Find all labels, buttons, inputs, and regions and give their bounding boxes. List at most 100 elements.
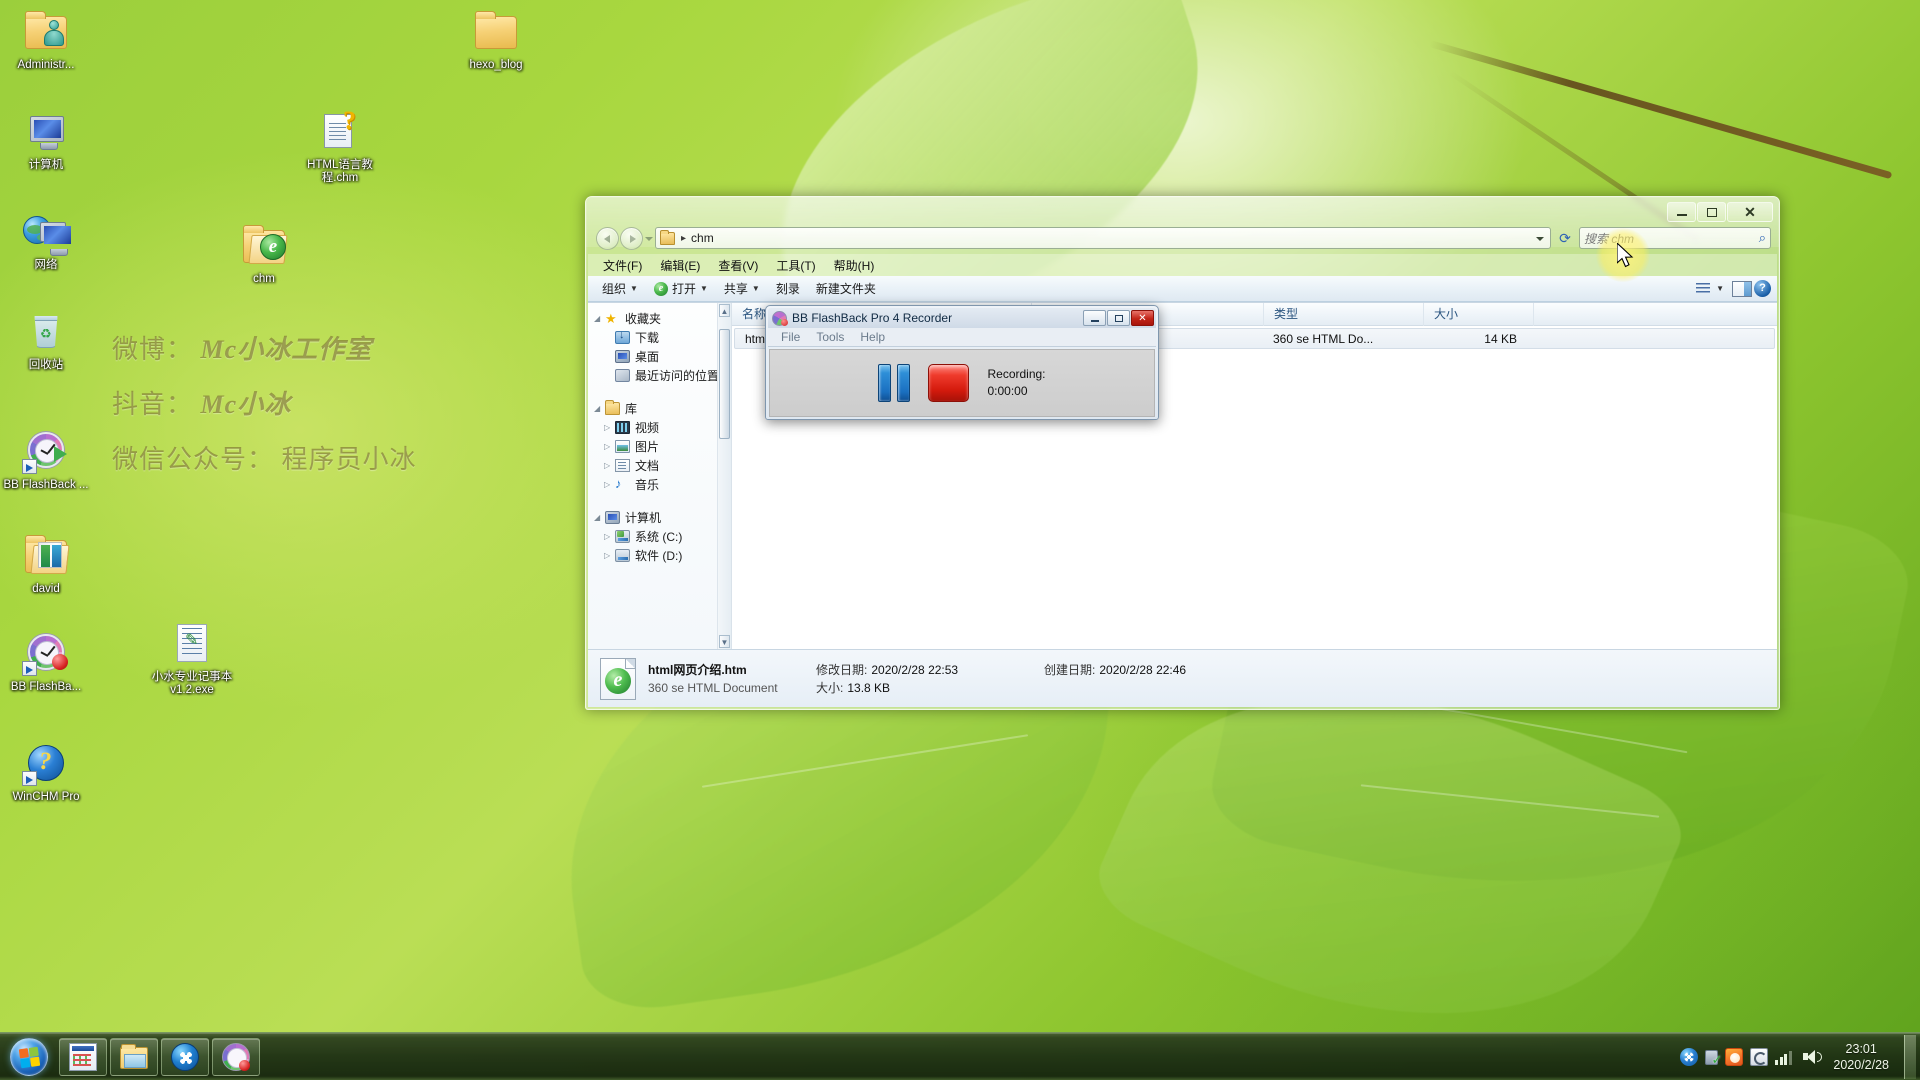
taskbar-item-media-player[interactable] — [161, 1037, 209, 1076]
address-bar[interactable]: ▸ chm — [655, 227, 1551, 249]
menu-item-tools[interactable]: 工具(T) — [767, 255, 824, 276]
nav-item-downloads[interactable]: 下载 — [588, 328, 731, 347]
close-button[interactable]: ✕ — [1727, 202, 1773, 222]
nav-header-libraries[interactable]: ◢ 库 — [588, 399, 731, 418]
nav-label: 库 — [625, 402, 638, 416]
expand-triangle-icon[interactable]: ◢ — [594, 404, 605, 413]
nav-item-videos[interactable]: ▷ 视频 — [588, 418, 731, 437]
explorer-window[interactable]: ✕ ▸ chm ⟳ 搜索 chm ⌕ 文件(F) 编辑(E) 查看(V) 工具(… — [585, 196, 1780, 710]
chevron-down-icon[interactable]: ▼ — [1716, 284, 1724, 293]
expand-triangle-icon[interactable]: ▷ — [604, 461, 615, 470]
search-input[interactable]: 搜索 chm ⌕ — [1579, 227, 1771, 249]
nav-item-documents[interactable]: ▷ 文档 — [588, 456, 731, 475]
start-button[interactable] — [2, 1035, 56, 1079]
show-desktop-button[interactable] — [1904, 1034, 1916, 1079]
navigation-scrollbar[interactable]: ▲ ▼ — [717, 303, 731, 649]
desktop-icon-notepad-exe[interactable]: ✎ 小水专业记事本 v1.2.exe — [144, 620, 240, 697]
recorder-minimize-button[interactable] — [1083, 310, 1106, 326]
desktop-icon-hexo-blog[interactable]: hexo_blog — [452, 8, 540, 72]
burn-button[interactable]: 刻录 — [768, 277, 808, 300]
breadcrumb-current-folder[interactable]: chm — [691, 231, 714, 245]
back-button[interactable] — [596, 226, 619, 250]
nav-item-music[interactable]: ▷ ♪ 音乐 — [588, 475, 731, 494]
desktop-icon-chm-folder[interactable]: e chm — [220, 222, 308, 286]
desktop-icon-html-tutorial-chm[interactable]: ? HTML语言教程.chm — [296, 106, 384, 185]
watermark-label: 微博： — [112, 335, 194, 364]
expand-triangle-icon[interactable]: ▷ — [604, 480, 615, 489]
recorder-menu-tools[interactable]: Tools — [809, 328, 851, 346]
desktop[interactable]: Administr... 计算机 网络 ♻ 回收站 BB FlashBack .… — [0, 0, 1920, 1080]
chevron-down-icon[interactable] — [1532, 228, 1548, 248]
computer-icon — [605, 511, 623, 524]
refresh-icon[interactable]: ⟳ — [1554, 227, 1576, 249]
nav-header-computer[interactable]: ◢ 计算机 — [588, 508, 731, 527]
taskbar-item-notepad[interactable] — [59, 1037, 107, 1076]
scroll-up-icon[interactable]: ▲ — [719, 304, 730, 317]
expand-triangle-icon[interactable]: ▷ — [604, 532, 615, 541]
desktop-icon-winchm-pro[interactable]: ? WinCHM Pro — [2, 740, 90, 804]
forward-button[interactable] — [620, 226, 643, 250]
share-button[interactable]: 共享 ▼ — [716, 277, 768, 300]
recorder-menu-file[interactable]: File — [774, 328, 807, 346]
nav-item-desktop[interactable]: 桌面 — [588, 347, 731, 366]
maximize-button[interactable] — [1697, 202, 1726, 222]
taskbar-item-bb-flashback[interactable] — [212, 1037, 260, 1076]
expand-triangle-icon[interactable]: ◢ — [594, 314, 605, 323]
desktop-icon-administrator[interactable]: Administr... — [2, 8, 90, 72]
recorder-title-bar[interactable]: BB FlashBack Pro 4 Recorder ✕ — [768, 308, 1156, 328]
preview-pane-icon[interactable] — [1732, 280, 1752, 297]
minimize-button[interactable] — [1667, 202, 1696, 222]
media-tray-icon[interactable] — [1680, 1047, 1699, 1066]
menu-item-view[interactable]: 查看(V) — [709, 255, 767, 276]
nav-header-favorites[interactable]: ◢ ★ 收藏夹 — [588, 309, 731, 328]
open-button[interactable]: e 打开 ▼ — [646, 277, 716, 300]
stop-button[interactable] — [928, 364, 970, 402]
organize-button[interactable]: 组织 ▼ — [594, 277, 646, 300]
scroll-down-icon[interactable]: ▼ — [719, 635, 730, 648]
menu-item-edit[interactable]: 编辑(E) — [651, 255, 709, 276]
expand-triangle-icon[interactable]: ◢ — [594, 513, 605, 522]
help-icon[interactable]: ? — [1754, 280, 1771, 297]
nav-item-drive-d[interactable]: ▷ 软件 (D:) — [588, 546, 731, 565]
menu-item-help[interactable]: 帮助(H) — [825, 255, 884, 276]
recorder-close-button[interactable]: ✕ — [1131, 310, 1154, 326]
recent-places-icon — [615, 369, 633, 382]
change-view-icon[interactable] — [1692, 280, 1714, 298]
menu-item-file[interactable]: 文件(F) — [594, 255, 651, 276]
360-security-icon[interactable] — [1725, 1047, 1744, 1066]
new-folder-button[interactable]: 新建文件夹 — [808, 277, 884, 300]
network-icon[interactable] — [1775, 1049, 1795, 1065]
notepad-window-icon — [69, 1042, 97, 1071]
nav-item-recent-places[interactable]: 最近访问的位置 — [588, 366, 731, 385]
nav-item-pictures[interactable]: ▷ 图片 — [588, 437, 731, 456]
winchm-pro-icon: ? — [22, 740, 70, 788]
clock[interactable]: 23:01 2020/2/28 — [1833, 1041, 1889, 1073]
bb-flashback-recorder-window[interactable]: BB FlashBack Pro 4 Recorder ✕ File Tools… — [765, 305, 1159, 420]
nav-item-drive-c[interactable]: ▷ 系统 (C:) — [588, 527, 731, 546]
scrollbar-thumb[interactable] — [719, 329, 730, 439]
desktop-icon-bb-flashback-recorder[interactable]: BB FlashBa... — [2, 630, 90, 694]
column-size[interactable]: 大小 — [1424, 302, 1534, 326]
desktop-icon-label: 计算机 — [28, 159, 64, 171]
desktop-icon-computer[interactable]: 计算机 — [2, 108, 90, 172]
taskbar-item-explorer[interactable] — [110, 1037, 158, 1076]
recorder-controls: Recording: 0:00:00 — [769, 349, 1155, 417]
navigation-pane[interactable]: ◢ ★ 收藏夹 下载 桌面 — [588, 303, 732, 649]
desktop-icon-david[interactable]: david — [2, 532, 90, 596]
expand-triangle-icon[interactable]: ▷ — [604, 551, 615, 560]
recorder-maximize-button[interactable] — [1107, 310, 1130, 326]
column-type[interactable]: 类型 — [1264, 302, 1424, 326]
desktop-icon-bb-flashback-player[interactable]: BB FlashBack ... — [2, 428, 90, 492]
recent-pages-dropdown[interactable] — [643, 227, 655, 250]
expand-triangle-icon[interactable]: ▷ — [604, 423, 615, 432]
browser-icon: e — [605, 667, 631, 694]
sync-center-icon[interactable] — [1750, 1047, 1769, 1066]
nav-label: 图片 — [635, 440, 660, 454]
usb-safely-remove-icon[interactable] — [1705, 1050, 1722, 1068]
desktop-icon-network[interactable]: 网络 — [2, 208, 90, 272]
recorder-menu-help[interactable]: Help — [853, 328, 892, 346]
desktop-icon-recycle-bin[interactable]: ♻ 回收站 — [2, 308, 90, 372]
pause-button[interactable] — [878, 364, 911, 402]
expand-triangle-icon[interactable]: ▷ — [604, 442, 615, 451]
volume-icon[interactable] — [1802, 1049, 1823, 1065]
